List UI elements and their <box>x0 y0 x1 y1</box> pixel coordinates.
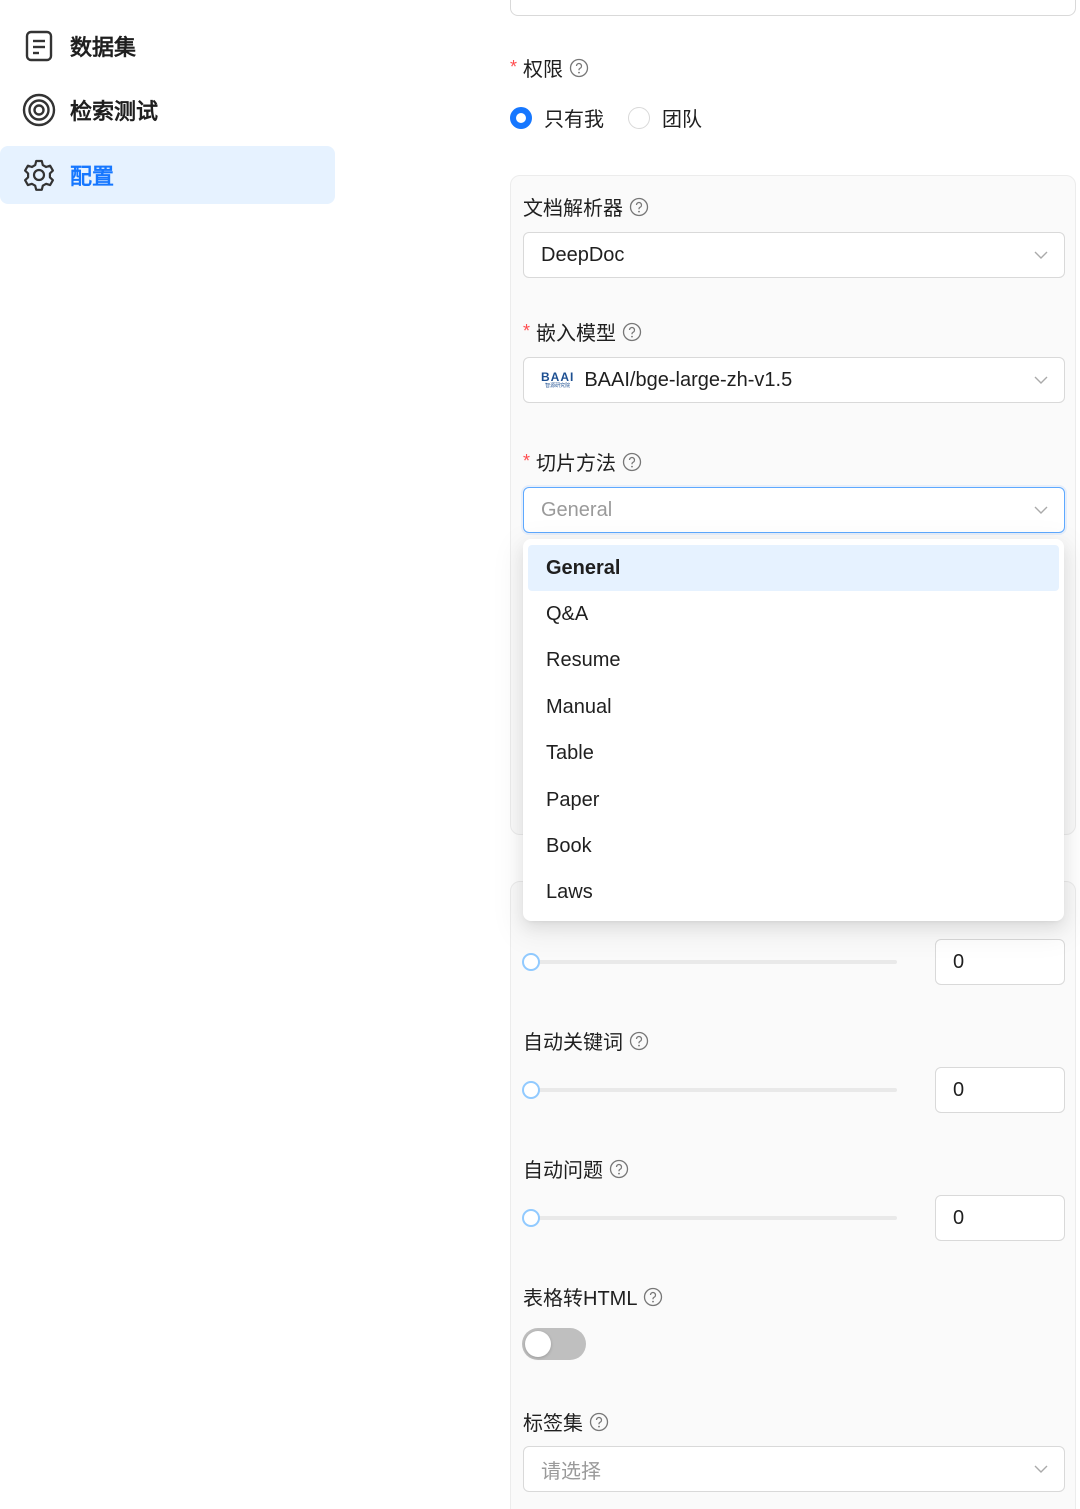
option-qa[interactable]: Q&A <box>528 591 1059 637</box>
tag-set-label: 标签集 <box>523 1407 609 1436</box>
document-icon <box>22 29 56 63</box>
gear-icon <box>22 158 56 192</box>
option-book[interactable]: Book <box>528 823 1059 869</box>
permission-radio-group: 只有我 团队 <box>510 103 726 132</box>
option-laws[interactable]: Laws <box>528 870 1059 916</box>
html-table-label: 表格转HTML <box>523 1282 663 1311</box>
baai-logo: BAAI 智源研究院 <box>541 370 575 389</box>
chevron-down-icon <box>1034 1465 1048 1473</box>
sidebar-item-label: 配置 <box>70 164 115 189</box>
toggle-knob <box>525 1331 551 1357</box>
parser-label: 文档解析器 <box>523 192 649 221</box>
chunk-method-dropdown: General Q&A Resume Manual Table Paper Bo… <box>523 539 1064 921</box>
html-table-toggle[interactable] <box>522 1328 586 1360</box>
chunk-method-select[interactable]: General <box>523 487 1065 533</box>
help-icon[interactable] <box>643 1287 663 1307</box>
advanced-config-panel: 0 自动关键词 0 自动问题 0 表格转HTML 标签集 请选择 <box>510 881 1076 1509</box>
chunk-method-label: * 切片方法 <box>523 447 642 476</box>
auto-keywords-label: 自动关键词 <box>523 1026 649 1055</box>
option-manual[interactable]: Manual <box>528 684 1059 730</box>
tag-set-select[interactable]: 请选择 <box>523 1446 1065 1492</box>
name-input[interactable] <box>510 0 1076 16</box>
slider-track[interactable] <box>531 960 897 964</box>
embedding-model-select[interactable]: BAAI 智源研究院 BAAI/bge-large-zh-v1.5 <box>523 357 1065 403</box>
help-icon[interactable] <box>629 1031 649 1051</box>
auto-questions-input[interactable]: 0 <box>935 1195 1065 1241</box>
auto-questions-slider-handle[interactable] <box>522 1209 540 1227</box>
number-input[interactable]: 0 <box>935 939 1065 985</box>
embedding-label: * 嵌入模型 <box>523 317 642 346</box>
help-icon[interactable] <box>609 1159 629 1179</box>
option-resume[interactable]: Resume <box>528 638 1059 684</box>
parser-select[interactable]: DeepDoc <box>523 232 1065 278</box>
slider-handle[interactable] <box>522 953 540 971</box>
auto-keywords-slider-track[interactable] <box>531 1088 897 1092</box>
help-icon[interactable] <box>622 452 642 472</box>
radio-label: 只有我 <box>544 109 604 131</box>
help-icon[interactable] <box>569 58 589 78</box>
permission-label: * 权限 <box>510 53 589 82</box>
target-icon <box>22 93 56 127</box>
sidebar-item-label: 检索测试 <box>70 99 159 124</box>
radio-only-me[interactable] <box>510 106 532 129</box>
help-icon[interactable] <box>589 1412 609 1432</box>
sidebar-item-dataset[interactable]: 数据集 <box>0 17 335 75</box>
chevron-down-icon <box>1034 251 1048 259</box>
sidebar-item-label: 数据集 <box>70 35 137 60</box>
auto-questions-slider-track[interactable] <box>531 1216 897 1220</box>
auto-questions-label: 自动问题 <box>523 1154 629 1183</box>
option-general[interactable]: General <box>528 545 1059 592</box>
option-table[interactable]: Table <box>528 731 1059 777</box>
sidebar-item-retrieval-test[interactable]: 检索测试 <box>0 81 335 139</box>
sidebar-item-settings[interactable]: 配置 <box>0 146 335 204</box>
radio-label: 团队 <box>662 109 702 131</box>
help-icon[interactable] <box>622 322 642 342</box>
help-icon[interactable] <box>629 197 649 217</box>
chevron-down-icon <box>1034 506 1048 514</box>
auto-keywords-input[interactable]: 0 <box>935 1067 1065 1113</box>
auto-keywords-slider-handle[interactable] <box>522 1081 540 1099</box>
chevron-down-icon <box>1034 376 1048 384</box>
sidebar: 数据集 检索测试 配置 <box>0 0 340 1509</box>
radio-team[interactable] <box>628 106 650 129</box>
option-paper[interactable]: Paper <box>528 777 1059 823</box>
